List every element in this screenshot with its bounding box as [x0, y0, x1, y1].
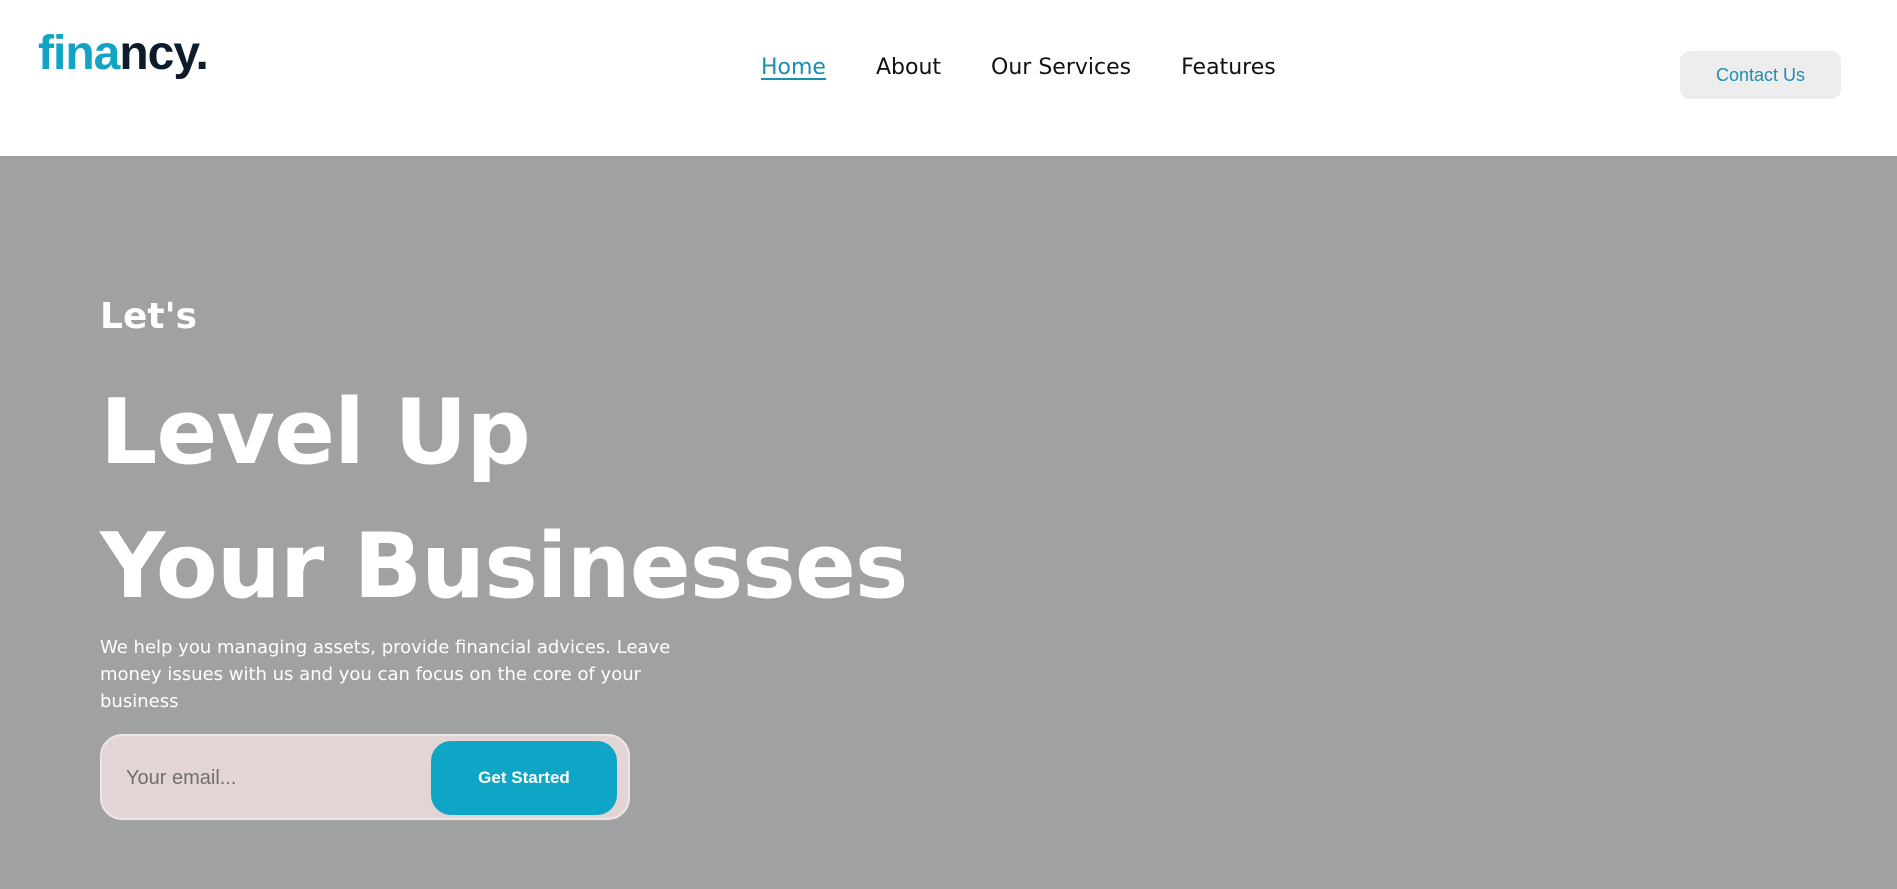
hero-title-line-1: Level Up	[100, 380, 531, 485]
site-header: financy. Home About Our Services Feature…	[0, 0, 1897, 156]
logo-rest-text: ncy.	[119, 27, 208, 80]
nav-item-features[interactable]: Features	[1181, 55, 1276, 81]
nav-item-our-services[interactable]: Our Services	[991, 55, 1131, 81]
email-signup-form: Get Started	[100, 734, 630, 820]
contact-us-button[interactable]: Contact Us	[1680, 51, 1841, 99]
logo-accent-text: fina	[38, 27, 120, 80]
hero-description: We help you managing assets, provide fin…	[100, 637, 671, 712]
hero-section: Let's Level Up Your Businesses We help y…	[0, 156, 1897, 889]
hero-title: Level Up Your Businesses	[100, 366, 908, 634]
hero-pretitle: Let's	[100, 296, 198, 337]
logo[interactable]: financy.	[38, 27, 209, 80]
hero-title-line-2: Your Businesses	[100, 514, 908, 619]
main-nav: Home About Our Services Features	[761, 55, 1276, 81]
email-input[interactable]	[126, 758, 426, 798]
get-started-button[interactable]: Get Started	[431, 741, 617, 815]
nav-item-home[interactable]: Home	[761, 55, 826, 81]
nav-item-about[interactable]: About	[876, 55, 941, 81]
